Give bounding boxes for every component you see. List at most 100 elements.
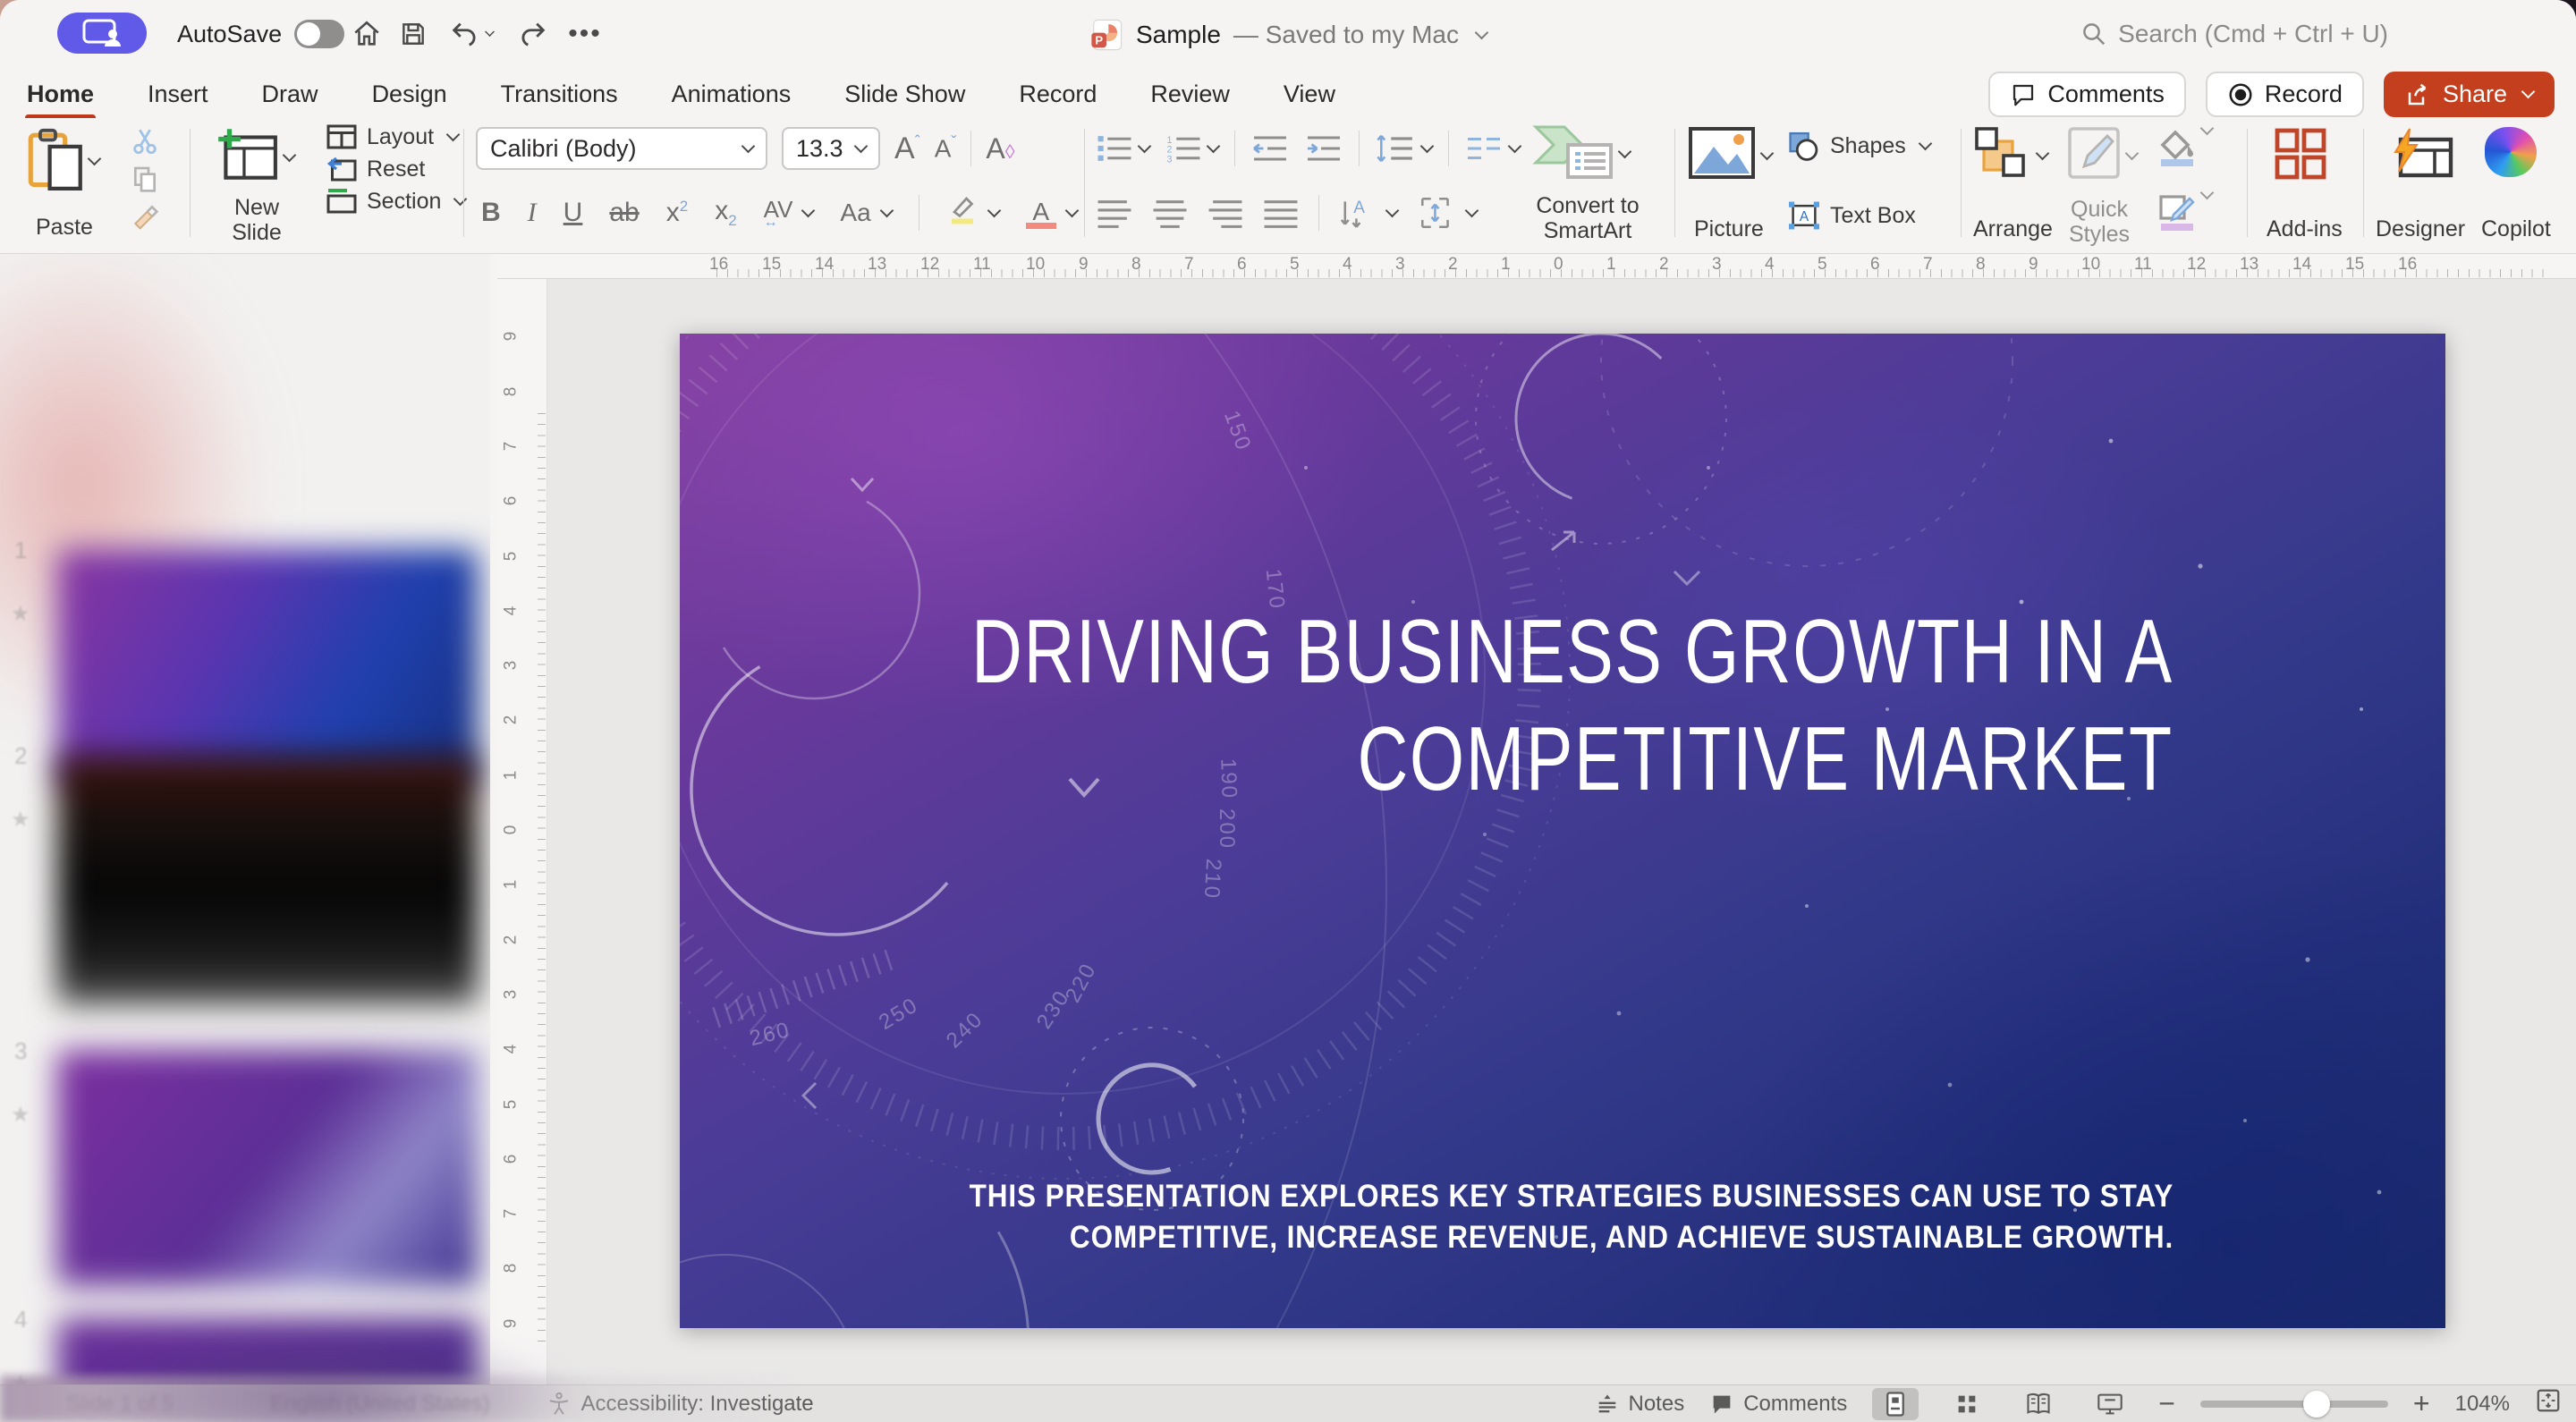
scissors-icon [133, 129, 157, 155]
text-box-label: Text Box [1830, 202, 1916, 228]
more-commands-button[interactable]: ••• [567, 16, 603, 52]
columns-icon[interactable] [1465, 133, 1503, 164]
zoom-out-button[interactable]: − [2158, 1387, 2175, 1420]
undo-button[interactable] [445, 16, 497, 52]
chevron-down-icon [1137, 139, 1152, 153]
align-right-icon[interactable] [1208, 198, 1243, 228]
justify-icon[interactable] [1263, 198, 1299, 228]
status-bar: Slide 1 of 5 English (United States) Acc… [0, 1329, 2576, 1422]
tab-transitions[interactable]: Transitions [499, 77, 620, 112]
clear-formatting-button[interactable]: A◊ [986, 132, 1014, 165]
superscript-button[interactable]: x2 [666, 198, 688, 228]
zoom-percentage[interactable]: 104% [2455, 1392, 2510, 1417]
highlight-color-button[interactable] [946, 193, 979, 233]
font-name-select[interactable]: Calibri (Body) [476, 127, 767, 170]
format-painter-button[interactable] [125, 199, 165, 234]
bullet-list-icon[interactable] [1097, 133, 1132, 164]
reset-button[interactable]: Reset [326, 156, 465, 182]
home-icon[interactable] [349, 16, 385, 52]
character-spacing-button[interactable]: AV ↔ [764, 196, 793, 231]
copy-button[interactable] [125, 161, 165, 197]
tab-home[interactable]: Home [25, 77, 97, 121]
search-input[interactable]: Search (Cmd + Ctrl + U) [2080, 20, 2388, 48]
tab-slide-show[interactable]: Slide Show [843, 77, 967, 112]
reading-view-button[interactable] [2015, 1388, 2062, 1420]
ruler-number: 3 [501, 989, 521, 1000]
bold-button[interactable]: B [481, 198, 501, 228]
section-button[interactable]: Section [326, 188, 468, 215]
accessibility-label: Accessibility: Investigate [580, 1391, 814, 1416]
add-ins-button[interactable] [2272, 125, 2329, 185]
tab-design[interactable]: Design [370, 77, 449, 112]
slideshow-view-button[interactable] [2087, 1388, 2133, 1420]
tab-draw[interactable]: Draw [260, 77, 320, 112]
align-text-vertical-icon[interactable] [1417, 196, 1456, 230]
text-box-button[interactable]: A Text Box [1787, 200, 1930, 231]
autosave-toggle[interactable] [294, 20, 345, 48]
change-case-button[interactable]: Aa [840, 199, 870, 227]
picture-button[interactable] [1687, 125, 1775, 181]
document-title[interactable]: P Sample — Saved to my Mac [1089, 18, 1489, 52]
record-button[interactable]: Record [2205, 72, 2364, 117]
tab-record[interactable]: Record [1017, 77, 1098, 112]
accessibility-status[interactable]: Accessibility: Investigate [546, 1391, 814, 1418]
align-left-icon[interactable] [1097, 198, 1132, 228]
notes-button[interactable]: Notes [1595, 1392, 1684, 1417]
increase-indent-icon[interactable] [1305, 133, 1343, 164]
tab-view[interactable]: View [1282, 77, 1337, 112]
tab-review[interactable]: Review [1148, 77, 1232, 112]
slide-subtitle-textbox[interactable]: THIS PRESENTATION EXPLORES KEY STRATEGIE… [835, 1176, 2174, 1258]
language-indicator[interactable]: English (United States) [270, 1392, 489, 1417]
chevron-down-icon [1064, 203, 1079, 217]
shapes-button[interactable]: Shapes [1787, 131, 1933, 161]
fit-to-window-button[interactable] [2535, 1387, 2562, 1420]
designer-button[interactable] [2385, 125, 2456, 185]
decrease-font-button[interactable]: Aˇ [935, 133, 957, 163]
font-size-select[interactable]: 13.3 [782, 127, 880, 170]
paste-button[interactable] [27, 127, 102, 197]
section-icon [326, 189, 357, 214]
copilot-button[interactable] [2485, 127, 2537, 177]
reset-icon [326, 157, 357, 182]
save-icon[interactable] [395, 16, 431, 52]
slide-1-editor[interactable]: 150 170 190 200 210 220 230 240 250 260 DRIVING B… [680, 334, 2445, 1328]
quick-styles-button[interactable] [2066, 125, 2140, 181]
italic-button[interactable]: I [528, 198, 537, 228]
comments-label: Comments [2047, 80, 2165, 107]
shape-fill-button[interactable] [2157, 121, 2215, 166]
zoom-slider-thumb[interactable] [2303, 1390, 2331, 1418]
slide-thumbnail-1[interactable] [57, 549, 478, 785]
shape-outline-button[interactable] [2157, 185, 2215, 231]
strikethrough-button[interactable]: ab [609, 198, 639, 228]
subscript-button[interactable]: x2 [715, 196, 736, 230]
zoom-slider[interactable] [2199, 1390, 2388, 1418]
numbered-list-icon[interactable]: 123 [1165, 133, 1201, 164]
text-direction-icon[interactable]: A [1339, 196, 1377, 230]
increase-font-button[interactable]: Aˆ [894, 131, 920, 166]
search-placeholder: Search (Cmd + Ctrl + U) [2118, 20, 2388, 47]
comments-button[interactable]: Comments [1988, 72, 2186, 117]
font-color-button[interactable]: A [1025, 198, 1056, 229]
decrease-indent-icon[interactable] [1251, 133, 1289, 164]
line-spacing-icon[interactable] [1376, 132, 1415, 165]
zoom-in-button[interactable]: + [2413, 1387, 2430, 1420]
tab-animations[interactable]: Animations [670, 77, 793, 112]
slide-sorter-view-button[interactable] [1944, 1388, 1990, 1420]
tab-insert[interactable]: Insert [146, 77, 210, 112]
presenter-mode-button[interactable] [57, 13, 147, 54]
align-center-icon[interactable] [1152, 198, 1188, 228]
redo-button[interactable] [515, 16, 551, 52]
layout-button[interactable]: Layout [326, 123, 465, 150]
arrange-button[interactable] [1973, 125, 2050, 181]
comments-pane-button[interactable]: Comments [1709, 1392, 1847, 1417]
normal-view-button[interactable] [1872, 1387, 1919, 1420]
underline-button[interactable]: U [564, 198, 583, 228]
new-slide-button[interactable] [213, 125, 297, 182]
convert-to-smartart-button[interactable] [1529, 123, 1632, 182]
slide-thumbnail-3[interactable] [57, 1050, 478, 1286]
cut-button[interactable] [125, 123, 165, 159]
share-button[interactable]: Share [2383, 72, 2555, 117]
slide-thumbnail-2[interactable] [57, 755, 478, 1005]
slide-title-textbox[interactable]: DRIVING BUSINESS GROWTH IN A COMPETITIVE… [680, 598, 2174, 813]
slide-thumbnail-panel[interactable]: 1★2★3★4★5★ [0, 254, 490, 1422]
